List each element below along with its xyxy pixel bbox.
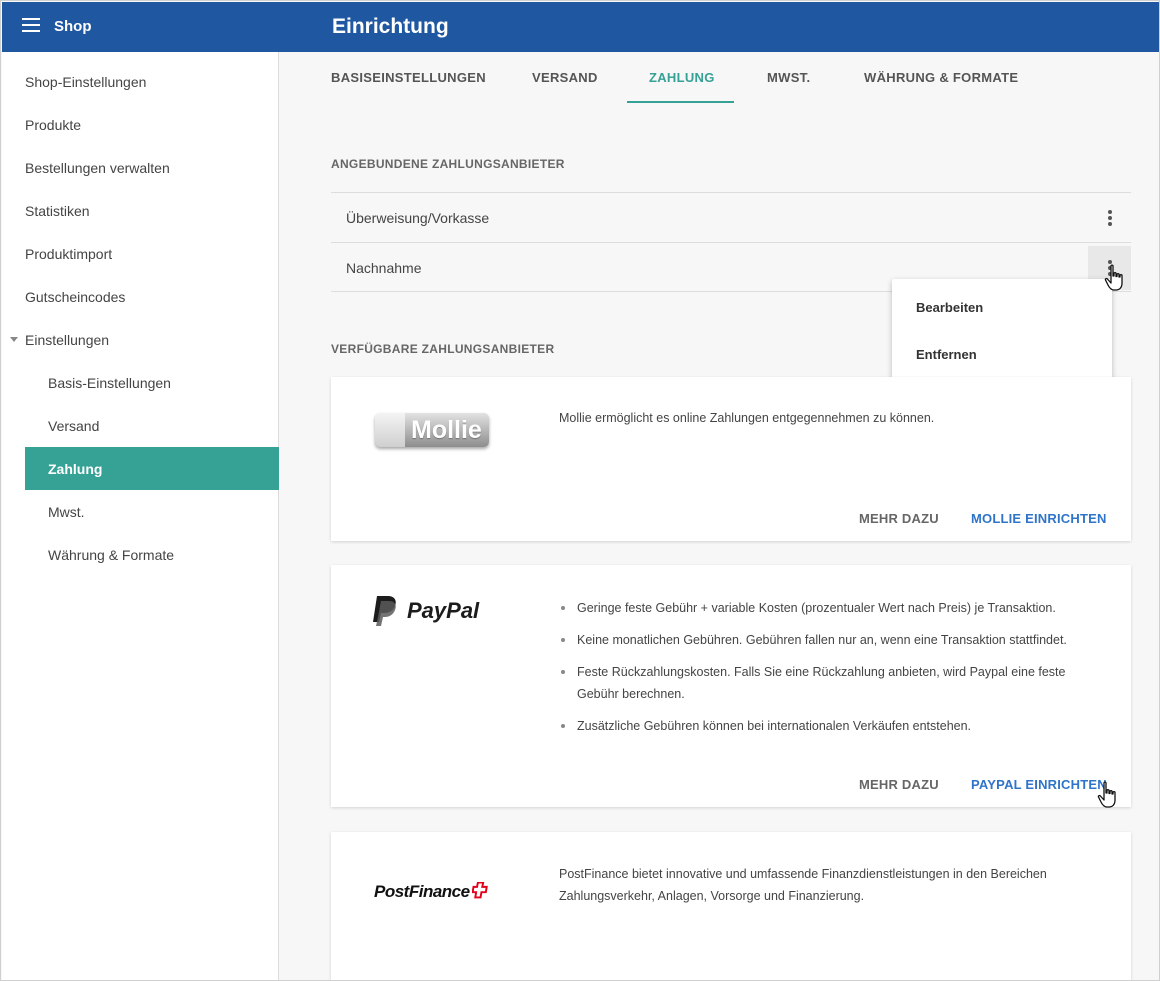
tab-basiseinstellungen[interactable]: BASISEINSTELLUNGEN (331, 70, 486, 85)
page-title: Einrichtung (332, 15, 449, 38)
list-item: Zusätzliche Gebühren können bei internat… (559, 715, 1099, 737)
tab-versand[interactable]: VERSAND (532, 70, 598, 85)
row-context-menu: Bearbeiten Entfernen (892, 279, 1112, 382)
sidebar-subitem-waehrung[interactable]: Währung & Formate (2, 533, 278, 576)
available-providers-heading: VERFÜGBARE ZAHLUNGSANBIETER (331, 342, 555, 356)
sidebar-subitem-versand[interactable]: Versand (2, 404, 278, 447)
caret-down-icon (10, 337, 18, 342)
provider-card-mollie: Mollie Mollie ermöglicht es online Zahlu… (331, 377, 1131, 541)
paypal-fee-list: Geringe feste Gebühr + variable Kosten (… (559, 597, 1099, 747)
sidebar: Shop-Einstellungen Produkte Bestellungen… (2, 52, 279, 980)
sidebar-item-shop-einstellungen[interactable]: Shop-Einstellungen (2, 60, 278, 103)
active-tab-indicator (627, 101, 734, 103)
tab-zahlung[interactable]: ZAHLUNG (649, 70, 715, 85)
list-item: Überweisung/Vorkasse (331, 192, 1131, 242)
list-item: Feste Rückzahlungskosten. Falls Sie eine… (559, 661, 1099, 705)
sidebar-item-bestellungen[interactable]: Bestellungen verwalten (2, 146, 278, 189)
provider-description: PostFinance bietet innovative und umfass… (559, 867, 1047, 903)
sidebar-subitem-mwst[interactable]: Mwst. (2, 490, 278, 533)
provider-card-postfinance: PostFinance PostFinance bietet innovativ… (331, 832, 1131, 980)
more-vert-icon[interactable] (1088, 196, 1131, 240)
menu-item-bearbeiten[interactable]: Bearbeiten (916, 300, 983, 315)
menu-item-entfernen[interactable]: Entfernen (916, 347, 977, 362)
sidebar-subitem-zahlung[interactable]: Zahlung (25, 447, 279, 490)
sidebar-subitem-basis-einstellungen[interactable]: Basis-Einstellungen (2, 361, 278, 404)
sidebar-item-produkte[interactable]: Produkte (2, 103, 278, 146)
sidebar-item-produktimport[interactable]: Produktimport (2, 232, 278, 275)
provider-card-paypal: PayPal Geringe feste Gebühr + variable K… (331, 565, 1131, 807)
connected-providers-list: Überweisung/Vorkasse Nachnahme (331, 192, 1131, 292)
provider-name: Überweisung/Vorkasse (346, 210, 490, 226)
connected-providers-heading: ANGEBUNDENE ZAHLUNGSANBIETER (331, 157, 565, 171)
paypal-p-icon (373, 596, 396, 626)
hand-pointer-icon (1104, 264, 1123, 291)
paypal-logo: PayPal (371, 595, 501, 627)
top-app-bar: Shop Einrichtung (2, 2, 1159, 52)
list-item: Keine monatlichen Gebühren. Gebühren fal… (559, 629, 1099, 651)
sidebar-item-label: Einstellungen (25, 331, 110, 348)
list-item: Geringe feste Gebühr + variable Kosten (… (559, 597, 1099, 619)
tab-mwst[interactable]: MWST. (767, 70, 810, 85)
shop-title: Shop (54, 18, 92, 35)
postfinance-logo: PostFinance (374, 882, 504, 906)
provider-description: Mollie ermöglicht es online Zahlungen en… (559, 411, 935, 425)
mollie-more-button[interactable]: MEHR DAZU (859, 511, 939, 526)
menu-icon[interactable] (22, 18, 40, 36)
mollie-setup-button[interactable]: MOLLIE EINRICHTEN (971, 511, 1107, 526)
hand-pointer-icon (1097, 781, 1116, 808)
swiss-cross-icon (472, 882, 488, 899)
paypal-logo-text: PayPal (407, 598, 480, 623)
tab-waehrung-formate[interactable]: WÄHRUNG & FORMATE (864, 70, 1018, 85)
paypal-setup-button[interactable]: PAYPAL EINRICHTEN (971, 777, 1107, 792)
app-window: Shop Einrichtung Shop-Einstellungen Prod… (0, 0, 1160, 981)
sidebar-item-statistiken[interactable]: Statistiken (2, 189, 278, 232)
paypal-more-button[interactable]: MEHR DAZU (859, 777, 939, 792)
mollie-logo: Mollie (375, 413, 489, 447)
sidebar-item-gutscheincodes[interactable]: Gutscheincodes (2, 275, 278, 318)
postfinance-logo-text: PostFinance (374, 882, 470, 901)
mollie-logo-text: Mollie (411, 416, 482, 444)
sidebar-item-einstellungen[interactable]: Einstellungen (2, 318, 278, 361)
provider-name: Nachnahme (346, 260, 422, 276)
